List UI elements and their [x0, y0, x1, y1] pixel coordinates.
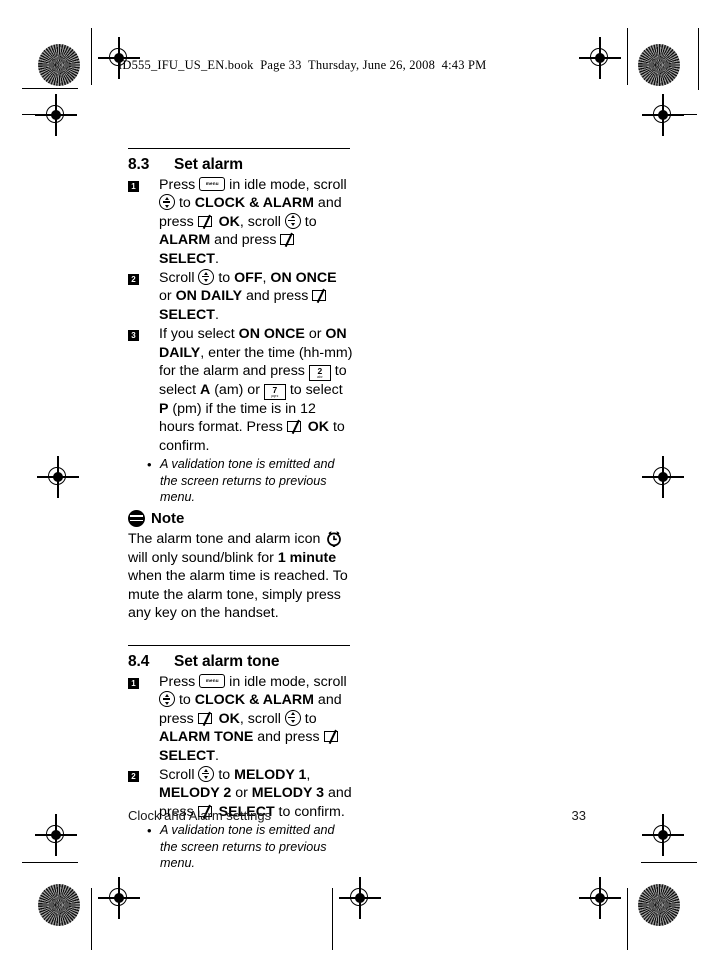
registration-mark-footer-right: [579, 877, 621, 919]
print-resolution-target-top-left: [38, 44, 80, 86]
emphasis-text: CLOCK & ALARM: [194, 195, 314, 212]
page-content-column: 8.3 Set alarm 1 Press menu in idle mode, sc…: [128, 148, 353, 872]
registration-mark-footer-left: [98, 877, 140, 919]
soft-key-icon[interactable]: [312, 289, 333, 304]
step-number-badge: 2: [128, 274, 139, 286]
trim-line-bottom-right-v: [627, 888, 629, 950]
trim-line-top-left-rule: [22, 88, 78, 90]
trim-line-bottom-center-v: [332, 888, 334, 950]
registration-mark-bottom-right: [642, 814, 684, 856]
step-number-badge: 1: [128, 181, 139, 192]
section-number: 8.4: [128, 653, 150, 671]
section-heading: 8.4 Set alarm tone: [128, 653, 353, 671]
bullet-text: A validation tone is emitted and the scr…: [160, 457, 335, 505]
print-resolution-target-bottom-right: [638, 884, 680, 926]
trim-line-bottom-left-h: [22, 862, 78, 864]
note-heading: Note: [128, 510, 353, 528]
print-resolution-target-bottom-left: [38, 884, 80, 926]
menu-key-icon[interactable]: menu: [199, 674, 226, 689]
emphasis-text: ON ONCE: [270, 270, 337, 287]
emphasis-text: ALARM TONE: [159, 729, 254, 746]
emphasis-text: ALARM: [159, 232, 211, 249]
section-heading: 8.3 Set alarm: [128, 156, 353, 174]
soft-key-icon[interactable]: [197, 214, 219, 229]
step-text: Scroll to OFF, ON ONCE or ON DAILY and p…: [159, 269, 337, 323]
step-text: If you select ON ONCE or ON DAILY, enter…: [159, 326, 353, 454]
emphasis-text: MELODY 1: [234, 767, 307, 784]
step-number-badge: 2: [128, 771, 139, 783]
scroll-updown-key-icon[interactable]: [159, 194, 175, 211]
step-bullet: • A validation tone is emitted and the sc…: [128, 456, 353, 506]
soft-key-icon[interactable]: [280, 232, 301, 248]
emphasis-text: ON DAILY: [175, 288, 243, 305]
bullet-text: A validation tone is emitted and the scr…: [160, 823, 335, 871]
registration-mark-footer-center: [339, 877, 381, 919]
emphasis-text: SELECT: [159, 747, 215, 764]
trim-line-top-left-v: [91, 28, 93, 85]
section-8-4: 8.4 Set alarm tone 1 Press menu in idle mod…: [128, 645, 353, 872]
alarm-clock-icon: [324, 528, 344, 548]
section-8-3: 8.3 Set alarm 1 Press menu in idle mode, sc…: [128, 148, 353, 623]
trim-line-top-right-h: [645, 114, 697, 116]
page-edge-line-right: [698, 28, 700, 90]
section-divider: [128, 645, 350, 647]
section-title: Set alarm tone: [174, 653, 280, 671]
bullet-glyph: •: [147, 457, 152, 473]
emphasis-text: MELODY 2: [159, 785, 232, 802]
print-resolution-target-top-right: [638, 44, 680, 86]
note-icon: [128, 510, 145, 528]
numbered-step: 2 Scroll to OFF, ON ONCE or ON DAILY and …: [128, 269, 353, 324]
footer-page-number: 33: [571, 808, 586, 823]
note-title: Note: [151, 510, 185, 528]
emphasis-text: SELECT: [159, 250, 215, 267]
scroll-updown-key-icon[interactable]: [284, 709, 301, 726]
numbered-step: 1 Press menu in idle mode, scroll to CLOC…: [128, 673, 353, 765]
trim-line-top-left-h: [22, 114, 74, 116]
digit-key-2-icon[interactable]: 2 abc: [308, 365, 331, 382]
soft-key-icon[interactable]: [197, 711, 219, 726]
numbered-step: 3 If you select ON ONCE or ON DAILY, ente…: [128, 325, 353, 455]
step-text: Press menu in idle mode, scroll to CLOCK…: [159, 674, 347, 764]
section-divider: [128, 148, 350, 149]
step-number-badge: 1: [128, 678, 139, 690]
digit-key-7-icon[interactable]: 7 pqrs: [263, 384, 286, 401]
emphasis-text: 1 minute: [277, 549, 337, 566]
trim-line-top-right-v: [627, 28, 629, 85]
emphasis-text: OK: [307, 419, 330, 436]
scroll-updown-key-icon[interactable]: [284, 212, 301, 229]
trim-line-bottom-left-v: [91, 888, 93, 950]
scroll-updown-key-icon[interactable]: [198, 269, 215, 286]
page-footer: Clock and Alarm settings 33: [128, 808, 586, 823]
emphasis-text: SELECT: [159, 306, 215, 323]
print-header-text: ID555_IFU_US_EN.book Page 33 Thursday, J…: [118, 58, 487, 72]
emphasis-text: MELODY 3: [251, 785, 325, 802]
scroll-updown-key-icon[interactable]: [159, 691, 175, 708]
section-number: 8.3: [128, 156, 150, 173]
registration-mark-header-right: [579, 37, 621, 79]
registration-mark-mid-right: [642, 456, 684, 498]
soft-key-icon[interactable]: [286, 420, 308, 435]
numbered-step: 1 Press menu in idle mode, scroll to CLOC…: [128, 176, 353, 268]
menu-key-icon[interactable]: menu: [199, 177, 226, 191]
emphasis-text: OFF: [234, 270, 263, 287]
emphasis-text: CLOCK & ALARM: [194, 692, 314, 709]
step-number-badge: 3: [128, 330, 139, 342]
step-bullet: • A validation tone is emitted and the sc…: [128, 822, 353, 872]
section-title: Set alarm: [174, 156, 243, 173]
bullet-glyph: •: [147, 823, 152, 839]
emphasis-text: OK: [218, 710, 240, 727]
emphasis-text: A: [200, 382, 211, 399]
registration-mark-bottom-left: [35, 814, 77, 856]
registration-mark-mid-left: [37, 456, 79, 498]
scroll-updown-key-icon[interactable]: [198, 766, 215, 783]
trim-line-bottom-right-h: [641, 862, 697, 864]
emphasis-text: OK: [218, 213, 240, 230]
footer-chapter-title: Clock and Alarm settings: [128, 808, 272, 823]
soft-key-icon[interactable]: [323, 729, 345, 745]
note-text: The alarm tone and alarm icon will only …: [128, 528, 353, 623]
step-text: Press menu in idle mode, scroll to CLOCK…: [159, 177, 347, 267]
emphasis-text: ON ONCE: [238, 326, 305, 343]
emphasis-text: P: [159, 401, 169, 418]
